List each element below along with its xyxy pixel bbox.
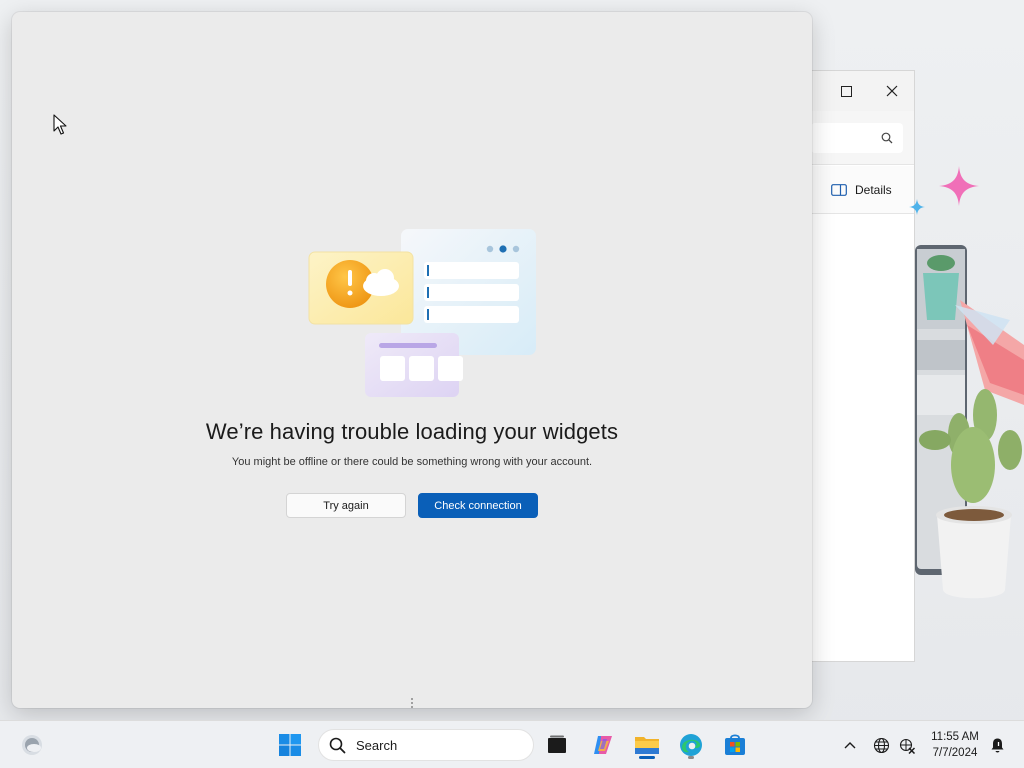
details-button[interactable]: Details <box>831 176 892 204</box>
copilot-icon <box>594 736 612 754</box>
taskbar-search-box[interactable]: Search <box>318 729 534 761</box>
widgets-panel: We’re having trouble loading your widget… <box>12 12 812 708</box>
network-off-icon <box>899 738 915 754</box>
notification-bell-icon <box>991 738 1003 752</box>
edge-browser-icon <box>680 734 702 756</box>
taskbar: Search 11:55 AM 7/7/2024 <box>0 720 1024 768</box>
weather-widget-icon <box>22 735 42 755</box>
clock-date: 7/7/2024 <box>932 747 978 759</box>
clock[interactable]: 11:55 AM 7/7/2024 <box>924 729 986 761</box>
details-pane-icon <box>831 184 847 196</box>
running-indicator <box>688 756 694 759</box>
close-icon <box>886 85 898 97</box>
search-placeholder: Search <box>356 737 398 753</box>
file-explorer-button[interactable] <box>631 729 663 761</box>
chevron-up-icon <box>844 742 856 749</box>
globe-icon <box>873 737 889 753</box>
widgets-error-illustration <box>308 229 536 397</box>
error-subtitle: You might be offline or there could be s… <box>231 456 593 468</box>
microsoft-store-button[interactable] <box>719 729 751 761</box>
wallpaper-plant-illustration <box>915 245 1024 599</box>
maximize-button[interactable] <box>831 77 861 105</box>
try-again-button[interactable]: Try again <box>286 493 406 518</box>
details-label: Details <box>855 183 892 197</box>
check-connection-button[interactable]: Check connection <box>418 493 538 518</box>
search-icon <box>329 737 346 753</box>
edge-button[interactable] <box>675 729 707 761</box>
running-indicator <box>639 756 655 759</box>
task-view-icon <box>548 735 566 753</box>
show-hidden-icons-button[interactable] <box>834 729 866 761</box>
explorer-search-box[interactable] <box>811 123 903 153</box>
start-button[interactable] <box>274 729 306 761</box>
task-view-button[interactable] <box>541 729 573 761</box>
sparkle-decoration-icon <box>939 166 979 206</box>
network-status-button[interactable] <box>892 729 922 761</box>
maximize-icon <box>840 85 852 97</box>
file-explorer-icon <box>635 737 659 754</box>
sparkle-decoration-icon <box>909 199 925 215</box>
notification-center-button[interactable] <box>984 729 1010 761</box>
search-icon <box>881 132 893 144</box>
error-title: We’re having trouble loading your widget… <box>205 419 619 444</box>
windows-start-icon <box>279 734 301 756</box>
widgets-button[interactable] <box>16 729 48 761</box>
mouse-pointer-icon <box>53 114 67 135</box>
clock-time: 11:55 AM <box>931 731 979 743</box>
resize-grip[interactable] <box>410 698 414 708</box>
close-button[interactable] <box>877 77 907 105</box>
copilot-button[interactable] <box>587 729 619 761</box>
microsoft-store-icon <box>725 734 745 755</box>
